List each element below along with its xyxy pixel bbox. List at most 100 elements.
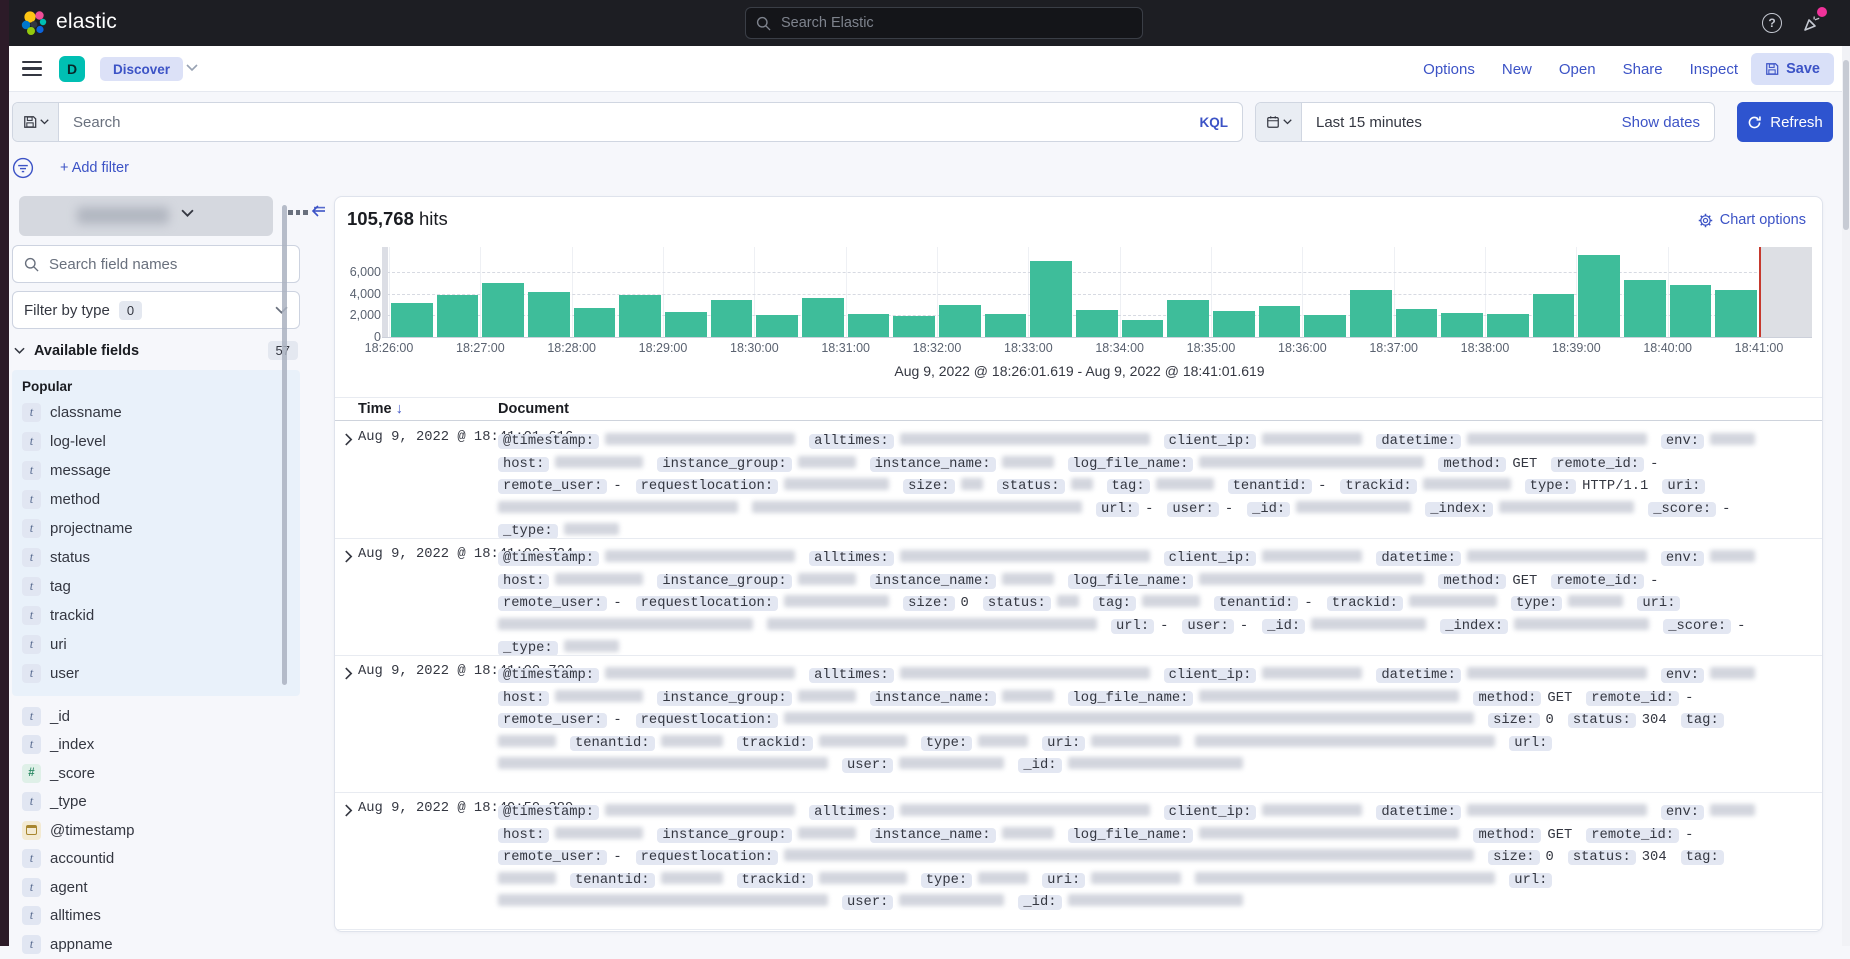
field-item-_type[interactable]: t_type xyxy=(22,788,300,817)
doc-field-badge: _id: xyxy=(1247,502,1290,517)
show-dates-button[interactable]: Show dates xyxy=(1608,114,1714,131)
field-item-status[interactable]: tstatus xyxy=(22,543,300,572)
histogram-bar xyxy=(1487,314,1529,337)
doc-field-value-redacted xyxy=(498,894,828,906)
doc-field-badge: status: xyxy=(997,479,1065,494)
field-search-input[interactable] xyxy=(47,255,288,274)
search-icon xyxy=(24,257,39,272)
field-item-uri[interactable]: turi xyxy=(22,630,300,659)
histogram-bar xyxy=(1670,285,1712,337)
available-fields-toggle[interactable]: Available fields 57 xyxy=(12,341,300,360)
field-item-projectname[interactable]: tprojectname xyxy=(22,514,300,543)
share-button[interactable]: Share xyxy=(1623,61,1663,78)
kql-language-button[interactable]: KQL xyxy=(1186,115,1243,130)
newsfeed-icon[interactable] xyxy=(1800,11,1824,35)
doc-field-value: - xyxy=(1318,479,1326,494)
grid-line xyxy=(1028,247,1029,337)
histogram-bar xyxy=(619,295,661,337)
field-item-accountid[interactable]: taccountid xyxy=(22,845,300,874)
help-icon[interactable]: ? xyxy=(1760,11,1784,35)
field-item-tag[interactable]: ttag xyxy=(22,572,300,601)
global-search-input[interactable] xyxy=(779,14,1132,32)
doc-field-badge: _type: xyxy=(498,641,558,656)
column-header-time[interactable]: Time ↓ xyxy=(358,401,403,417)
kql-query-input[interactable] xyxy=(59,114,1186,131)
page-scrollbar[interactable] xyxy=(1842,46,1850,946)
filter-menu-icon[interactable] xyxy=(12,157,34,179)
doc-field-badge: _id: xyxy=(1018,758,1061,773)
refresh-button[interactable]: Refresh xyxy=(1737,102,1833,142)
histogram-bar xyxy=(574,308,616,337)
new-button[interactable]: New xyxy=(1502,61,1532,78)
x-axis-tick-label: 18:31:00 xyxy=(821,341,870,355)
doc-field-badge: remote_user: xyxy=(498,479,607,494)
field-item-method[interactable]: tmethod xyxy=(22,485,300,514)
doc-field-value-redacted xyxy=(900,667,1150,679)
expand-row-icon[interactable] xyxy=(343,804,354,817)
doc-field-value-redacted xyxy=(899,894,1004,906)
doc-field-badge: datetime: xyxy=(1376,434,1461,449)
grid-line xyxy=(1576,247,1577,337)
breadcrumb-discover[interactable]: Discover xyxy=(100,57,183,81)
field-item-message[interactable]: tmessage xyxy=(22,456,300,485)
field-item-appname[interactable]: tappname xyxy=(22,930,300,959)
doc-field-badge: uri: xyxy=(1042,873,1085,888)
doc-field-badge: @timestamp: xyxy=(498,551,599,566)
global-search[interactable] xyxy=(745,7,1143,39)
doc-field-value-redacted xyxy=(1311,618,1426,630)
open-button[interactable]: Open xyxy=(1559,61,1596,78)
doc-field-value-redacted xyxy=(978,735,1028,747)
save-button[interactable]: Save xyxy=(1751,53,1834,85)
doc-field-badge: trackid: xyxy=(737,873,813,888)
doc-field-value-redacted xyxy=(1195,872,1495,884)
filter-by-type-select[interactable]: Filter by type 0 xyxy=(12,291,300,329)
elastic-logo-icon xyxy=(20,9,48,37)
doc-field-badge: url: xyxy=(1111,619,1154,634)
time-range-value[interactable]: Last 15 minutes xyxy=(1302,114,1608,131)
expand-row-icon[interactable] xyxy=(343,667,354,680)
inspect-button[interactable]: Inspect xyxy=(1690,61,1738,78)
field-item-log-level[interactable]: tlog-level xyxy=(22,427,300,456)
field-item-user[interactable]: tuser xyxy=(22,659,300,688)
doc-field-value: - xyxy=(613,850,621,865)
expand-row-icon[interactable] xyxy=(343,433,354,446)
doc-field-badge: type: xyxy=(1511,596,1562,611)
page-scrollbar-thumb[interactable] xyxy=(1843,60,1849,230)
data-view-selector[interactable] xyxy=(19,196,273,236)
add-filter-button[interactable]: + Add filter xyxy=(60,160,129,176)
doc-field-value-redacted xyxy=(605,667,795,679)
doc-field-value: 304 xyxy=(1642,713,1667,728)
field-name: appname xyxy=(50,936,113,953)
field-item-_id[interactable]: t_id xyxy=(22,702,300,731)
saved-query-menu-button[interactable] xyxy=(13,103,59,141)
doc-field-badge: instance_name: xyxy=(870,691,996,706)
field-item-alltimes[interactable]: talltimes xyxy=(22,902,300,931)
histogram-chart[interactable]: 02,0004,0006,00018:26:0018:27:0018:28:00… xyxy=(335,197,1823,387)
collapse-sidebar-icon[interactable] xyxy=(310,203,328,219)
field-name: log-level xyxy=(50,433,106,450)
calendar-menu-button[interactable] xyxy=(1256,103,1302,141)
field-item-agent[interactable]: tagent xyxy=(22,873,300,902)
field-item-@timestamp[interactable]: @timestamp xyxy=(22,816,300,845)
sidebar-scrollbar[interactable] xyxy=(282,205,287,685)
doc-field-value: HTTP/1.1 xyxy=(1582,479,1648,494)
field-item-classname[interactable]: tclassname xyxy=(22,398,300,427)
field-item-_index[interactable]: t_index xyxy=(22,731,300,760)
menu-icon[interactable] xyxy=(22,61,42,77)
doc-field-value-redacted xyxy=(1262,667,1362,679)
space-badge[interactable]: D xyxy=(59,56,85,82)
doc-field-value: - xyxy=(1160,619,1168,634)
options-button[interactable]: Options xyxy=(1423,61,1475,78)
doc-field-badge: requestlocation: xyxy=(636,713,778,728)
field-item-trackid[interactable]: ttrackid xyxy=(22,601,300,630)
doc-field-badge: user: xyxy=(842,895,893,910)
field-options-icon[interactable] xyxy=(288,210,308,215)
breadcrumb-caret-icon[interactable] xyxy=(186,64,198,72)
doc-field-value-redacted xyxy=(1467,550,1647,562)
field-search[interactable] xyxy=(12,245,300,283)
table-row: Aug 9, 2022 @ 18:41:00.720@timestamp:all… xyxy=(335,656,1823,793)
expand-row-icon[interactable] xyxy=(343,550,354,563)
doc-field-value: 304 xyxy=(1642,850,1667,865)
field-item-_score[interactable]: #_score xyxy=(22,759,300,788)
doc-field-value-redacted xyxy=(1262,804,1362,816)
